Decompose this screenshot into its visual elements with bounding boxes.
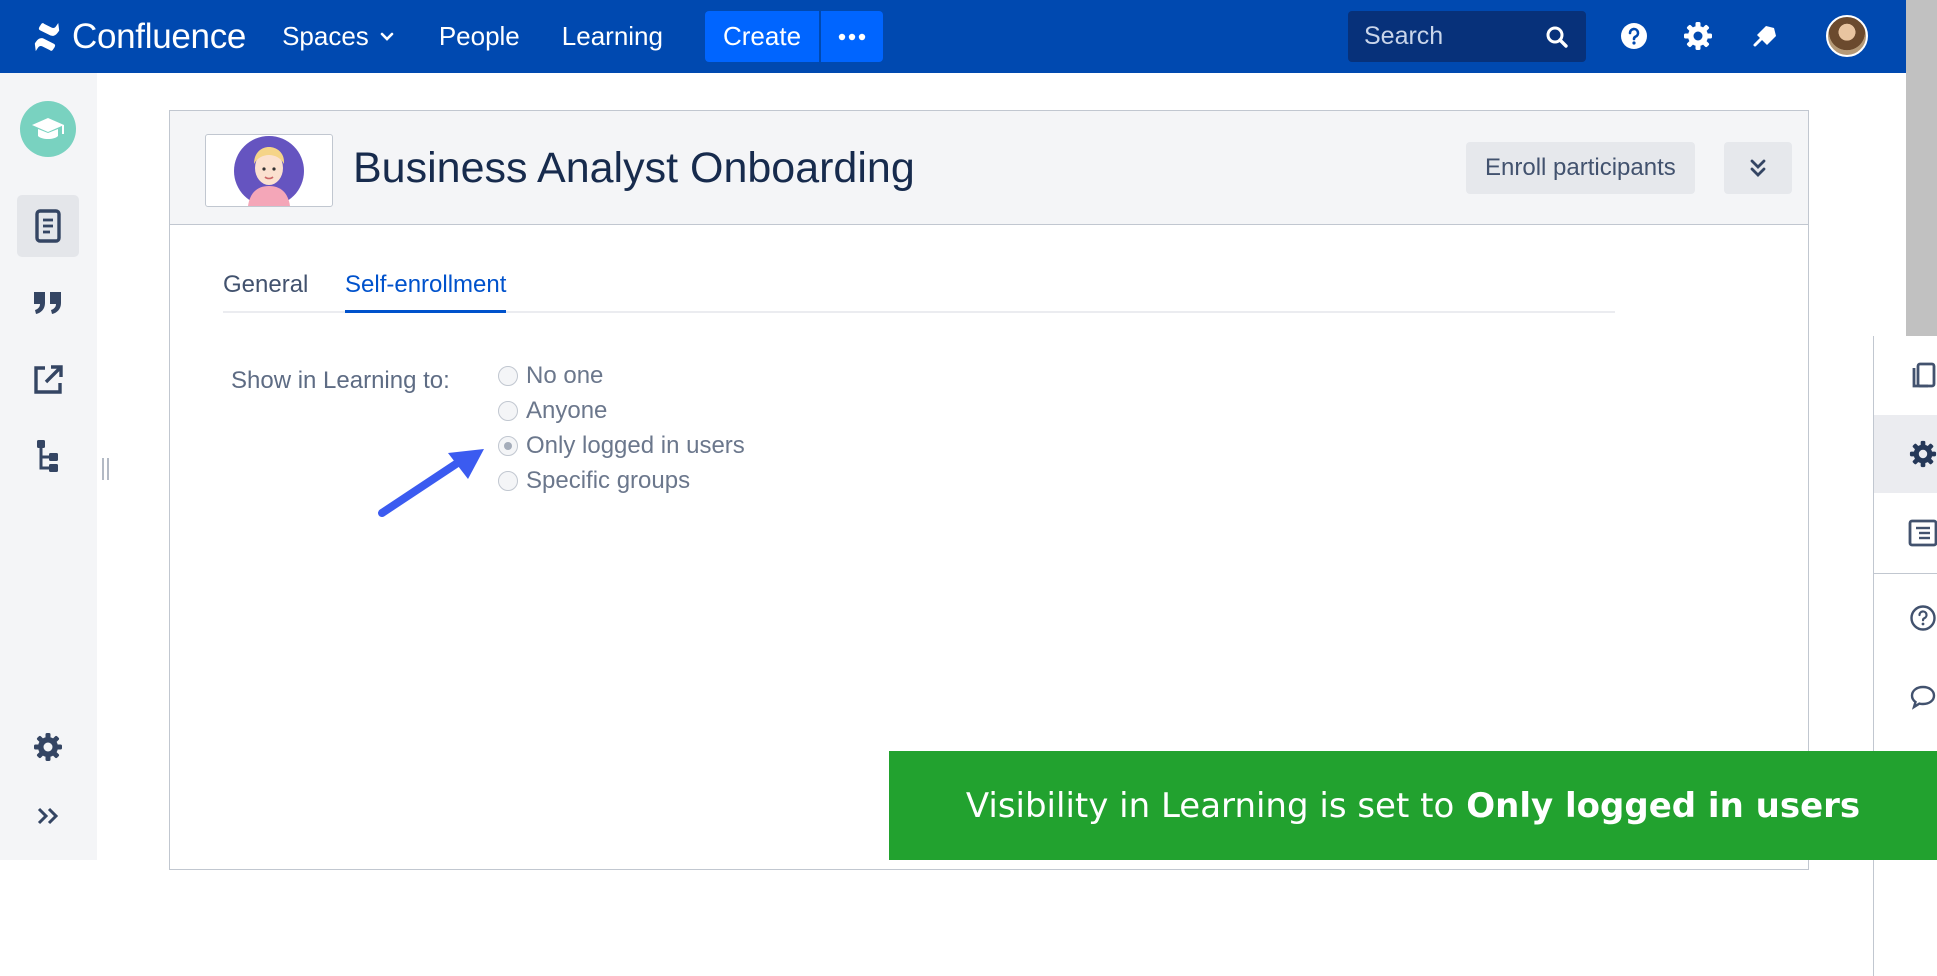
gear-icon xyxy=(33,732,63,762)
sidebar-shortcut[interactable] xyxy=(17,349,79,411)
comment-icon xyxy=(1909,684,1937,710)
help-icon[interactable] xyxy=(1617,19,1651,53)
radio-option-anyone[interactable]: Anyone xyxy=(498,397,607,425)
rail-contents[interactable] xyxy=(1874,494,1937,572)
course-avatar xyxy=(205,134,333,207)
banner-text: Visibility in Learning is set to xyxy=(966,786,1454,826)
more-dots-icon xyxy=(838,33,866,41)
tree-icon xyxy=(35,438,61,474)
enroll-participants-button[interactable]: Enroll participants xyxy=(1466,142,1695,194)
radio-option-specific-groups[interactable]: Specific groups xyxy=(498,467,690,495)
settings-tabs: General Self-enrollment xyxy=(223,271,1615,313)
table-of-contents-icon xyxy=(1908,519,1937,547)
radio-option-only-logged-in[interactable]: Only logged in users xyxy=(498,432,745,460)
sidebar-expand[interactable] xyxy=(17,785,79,847)
quote-icon xyxy=(32,290,64,316)
confluence-logo[interactable]: Confluence xyxy=(32,17,246,57)
graduation-cap-icon xyxy=(30,114,66,144)
nav-spaces[interactable]: Spaces xyxy=(282,21,395,52)
tool-rail xyxy=(1873,336,1937,976)
rail-copy[interactable] xyxy=(1874,336,1937,414)
pages-icon xyxy=(35,209,61,243)
create-button[interactable]: Create xyxy=(705,11,819,62)
rail-settings[interactable] xyxy=(1874,415,1937,493)
create-group: Create xyxy=(705,11,883,62)
confluence-logo-icon xyxy=(32,22,62,52)
radio-button[interactable] xyxy=(498,366,518,386)
radio-button[interactable] xyxy=(498,401,518,421)
rail-help[interactable] xyxy=(1874,579,1937,657)
nav-learning[interactable]: Learning xyxy=(562,21,663,52)
sidebar-page-tree[interactable] xyxy=(17,425,79,487)
sidebar-resize-handle[interactable] xyxy=(102,458,110,480)
gear-icon[interactable] xyxy=(1681,19,1715,53)
radio-button[interactable] xyxy=(498,471,518,491)
course-header: Business Analyst Onboarding Enroll parti… xyxy=(170,111,1808,225)
double-chevron-down-icon xyxy=(1749,158,1767,178)
sidebar-blog[interactable] xyxy=(17,272,79,334)
course-title: Business Analyst Onboarding xyxy=(353,144,915,193)
copy-icon xyxy=(1908,361,1937,389)
radio-label: No one xyxy=(526,362,603,390)
search-input[interactable] xyxy=(1364,22,1534,51)
nav-people[interactable]: People xyxy=(439,21,520,52)
search-box[interactable] xyxy=(1348,11,1586,62)
radio-label: Only logged in users xyxy=(526,432,745,460)
external-link-icon xyxy=(31,363,65,397)
chevron-down-icon xyxy=(379,29,395,45)
search-icon[interactable] xyxy=(1544,24,1570,50)
more-create-options-button[interactable] xyxy=(821,11,883,62)
help-icon xyxy=(1909,604,1937,632)
rail-divider xyxy=(1874,573,1937,574)
expand-icon xyxy=(37,806,59,826)
annotation-arrow xyxy=(376,445,488,520)
person-avatar-icon xyxy=(234,136,304,206)
tab-self-enrollment[interactable]: Self-enrollment xyxy=(345,271,506,313)
gear-icon xyxy=(1909,440,1937,468)
space-logo[interactable] xyxy=(20,101,76,157)
banner-highlight: Only logged in users xyxy=(1466,786,1860,826)
notifications-icon[interactable] xyxy=(1749,19,1783,53)
radio-option-no-one[interactable]: No one xyxy=(498,362,603,390)
sidebar-pages[interactable] xyxy=(17,195,79,257)
radio-button-checked[interactable] xyxy=(498,436,518,456)
sidebar-space-settings[interactable] xyxy=(17,716,79,778)
user-avatar[interactable] xyxy=(1826,15,1868,57)
tab-general[interactable]: General xyxy=(223,271,308,313)
space-sidebar xyxy=(0,73,97,860)
nav-spaces-label: Spaces xyxy=(282,21,369,52)
radio-label: Specific groups xyxy=(526,467,690,495)
visibility-label: Show in Learning to: xyxy=(231,367,450,395)
brand-name: Confluence xyxy=(72,17,246,57)
collapse-header-button[interactable] xyxy=(1724,142,1792,194)
caption-banner: Visibility in Learning is set to Only lo… xyxy=(889,751,1937,860)
radio-label: Anyone xyxy=(526,397,607,425)
rail-comments[interactable] xyxy=(1874,658,1937,736)
